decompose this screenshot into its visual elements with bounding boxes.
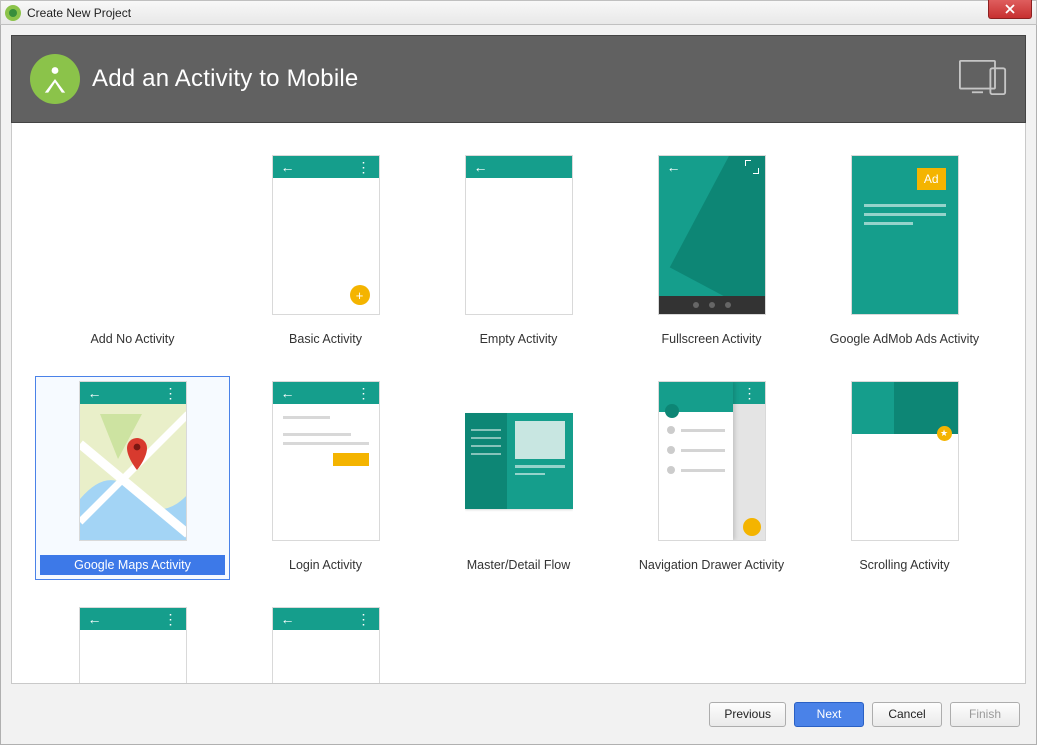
activity-grid-scroll[interactable]: Add No Activity ←⋮ + Basic Activity ← Em…	[12, 123, 1025, 683]
close-icon	[1004, 3, 1016, 15]
page-title: Add an Activity to Mobile	[92, 65, 358, 93]
wizard-header: Add an Activity to Mobile	[11, 35, 1026, 123]
back-arrow-icon: ←	[88, 611, 102, 627]
activity-google-maps[interactable]: ←⋮ G	[36, 377, 229, 579]
activity-item[interactable]: ←⋮	[36, 603, 229, 683]
activity-nav-drawer[interactable]: ←⋮ Navigation Drawer Activity	[615, 377, 808, 579]
activity-master-detail[interactable]: Master/Detail Flow	[422, 377, 615, 579]
fab-icon	[743, 518, 761, 536]
activity-basic[interactable]: ← ⋮ + Basic Activity	[229, 151, 422, 353]
activity-login[interactable]: ←⋮ Login Activity	[229, 377, 422, 579]
activity-label: Master/Detail Flow	[457, 555, 581, 575]
activity-label: Google AdMob Ads Activity	[820, 329, 989, 349]
wizard-footer: Previous Next Cancel Finish	[11, 694, 1026, 734]
ad-badge: Ad	[917, 168, 946, 190]
cancel-button[interactable]: Cancel	[872, 702, 942, 727]
activity-thumb-maps: ←⋮	[79, 381, 187, 541]
window-body: Add an Activity to Mobile Add No Activit…	[0, 25, 1037, 745]
previous-button[interactable]: Previous	[709, 702, 786, 727]
activity-label: Login Activity	[279, 555, 372, 575]
overflow-icon: ⋮	[357, 164, 371, 170]
window-title: Create New Project	[27, 6, 131, 20]
activity-label: Basic Activity	[279, 329, 372, 349]
activity-thumb-admob: Ad	[851, 155, 959, 315]
activity-add-no-activity[interactable]: Add No Activity	[36, 151, 229, 353]
fab-icon: +	[350, 285, 370, 305]
titlebar: Create New Project	[0, 0, 1037, 25]
back-arrow-icon: ←	[281, 385, 295, 401]
back-arrow-icon: ←	[281, 611, 295, 627]
activity-admob[interactable]: Ad Google AdMob Ads Activity	[808, 151, 1001, 353]
activity-thumb-login: ←⋮	[272, 381, 380, 541]
overflow-icon: ⋮	[164, 390, 178, 396]
activity-thumb-none	[79, 155, 187, 315]
activity-item[interactable]: ←⋮	[229, 603, 422, 683]
finish-button: Finish	[950, 702, 1020, 727]
content-area: Add No Activity ←⋮ + Basic Activity ← Em…	[11, 123, 1026, 684]
android-studio-logo-icon	[30, 54, 80, 104]
activity-empty[interactable]: ← Empty Activity	[422, 151, 615, 353]
activity-label: Google Maps Activity	[40, 555, 225, 575]
activity-thumb: ←⋮	[79, 607, 187, 683]
back-arrow-icon: ←	[667, 159, 681, 175]
activity-grid: Add No Activity ←⋮ + Basic Activity ← Em…	[36, 151, 1001, 683]
activity-fullscreen[interactable]: ← Fullscreen Activity	[615, 151, 808, 353]
activity-thumb-basic: ← ⋮ +	[272, 155, 380, 315]
map-icon	[80, 404, 187, 541]
activity-thumb-nav-drawer: ←⋮	[658, 381, 766, 541]
activity-label: Add No Activity	[80, 329, 184, 349]
fullscreen-icon	[745, 160, 759, 174]
back-arrow-icon: ←	[474, 159, 488, 175]
overflow-icon: ⋮	[357, 616, 371, 622]
activity-thumb-fullscreen: ←	[658, 155, 766, 315]
activity-thumb: ←⋮	[272, 607, 380, 683]
activity-scrolling[interactable]: ★ Scrolling Activity	[808, 377, 1001, 579]
android-studio-icon	[5, 5, 21, 21]
star-icon: ★	[937, 426, 952, 441]
back-arrow-icon: ←	[88, 385, 102, 401]
activity-label: Navigation Drawer Activity	[629, 555, 794, 575]
overflow-icon: ⋮	[743, 390, 757, 396]
overflow-icon: ⋮	[164, 616, 178, 622]
activity-label: Fullscreen Activity	[651, 329, 771, 349]
activity-thumb-master-detail	[465, 381, 573, 541]
back-arrow-icon: ←	[281, 159, 295, 175]
overflow-icon: ⋮	[357, 390, 371, 396]
activity-label: Empty Activity	[470, 329, 568, 349]
next-button[interactable]: Next	[794, 702, 864, 727]
device-icon	[959, 59, 1007, 100]
close-button[interactable]	[988, 0, 1032, 19]
activity-label: Scrolling Activity	[849, 555, 959, 575]
activity-thumb-empty: ←	[465, 155, 573, 315]
activity-thumb-scrolling: ★	[851, 381, 959, 541]
